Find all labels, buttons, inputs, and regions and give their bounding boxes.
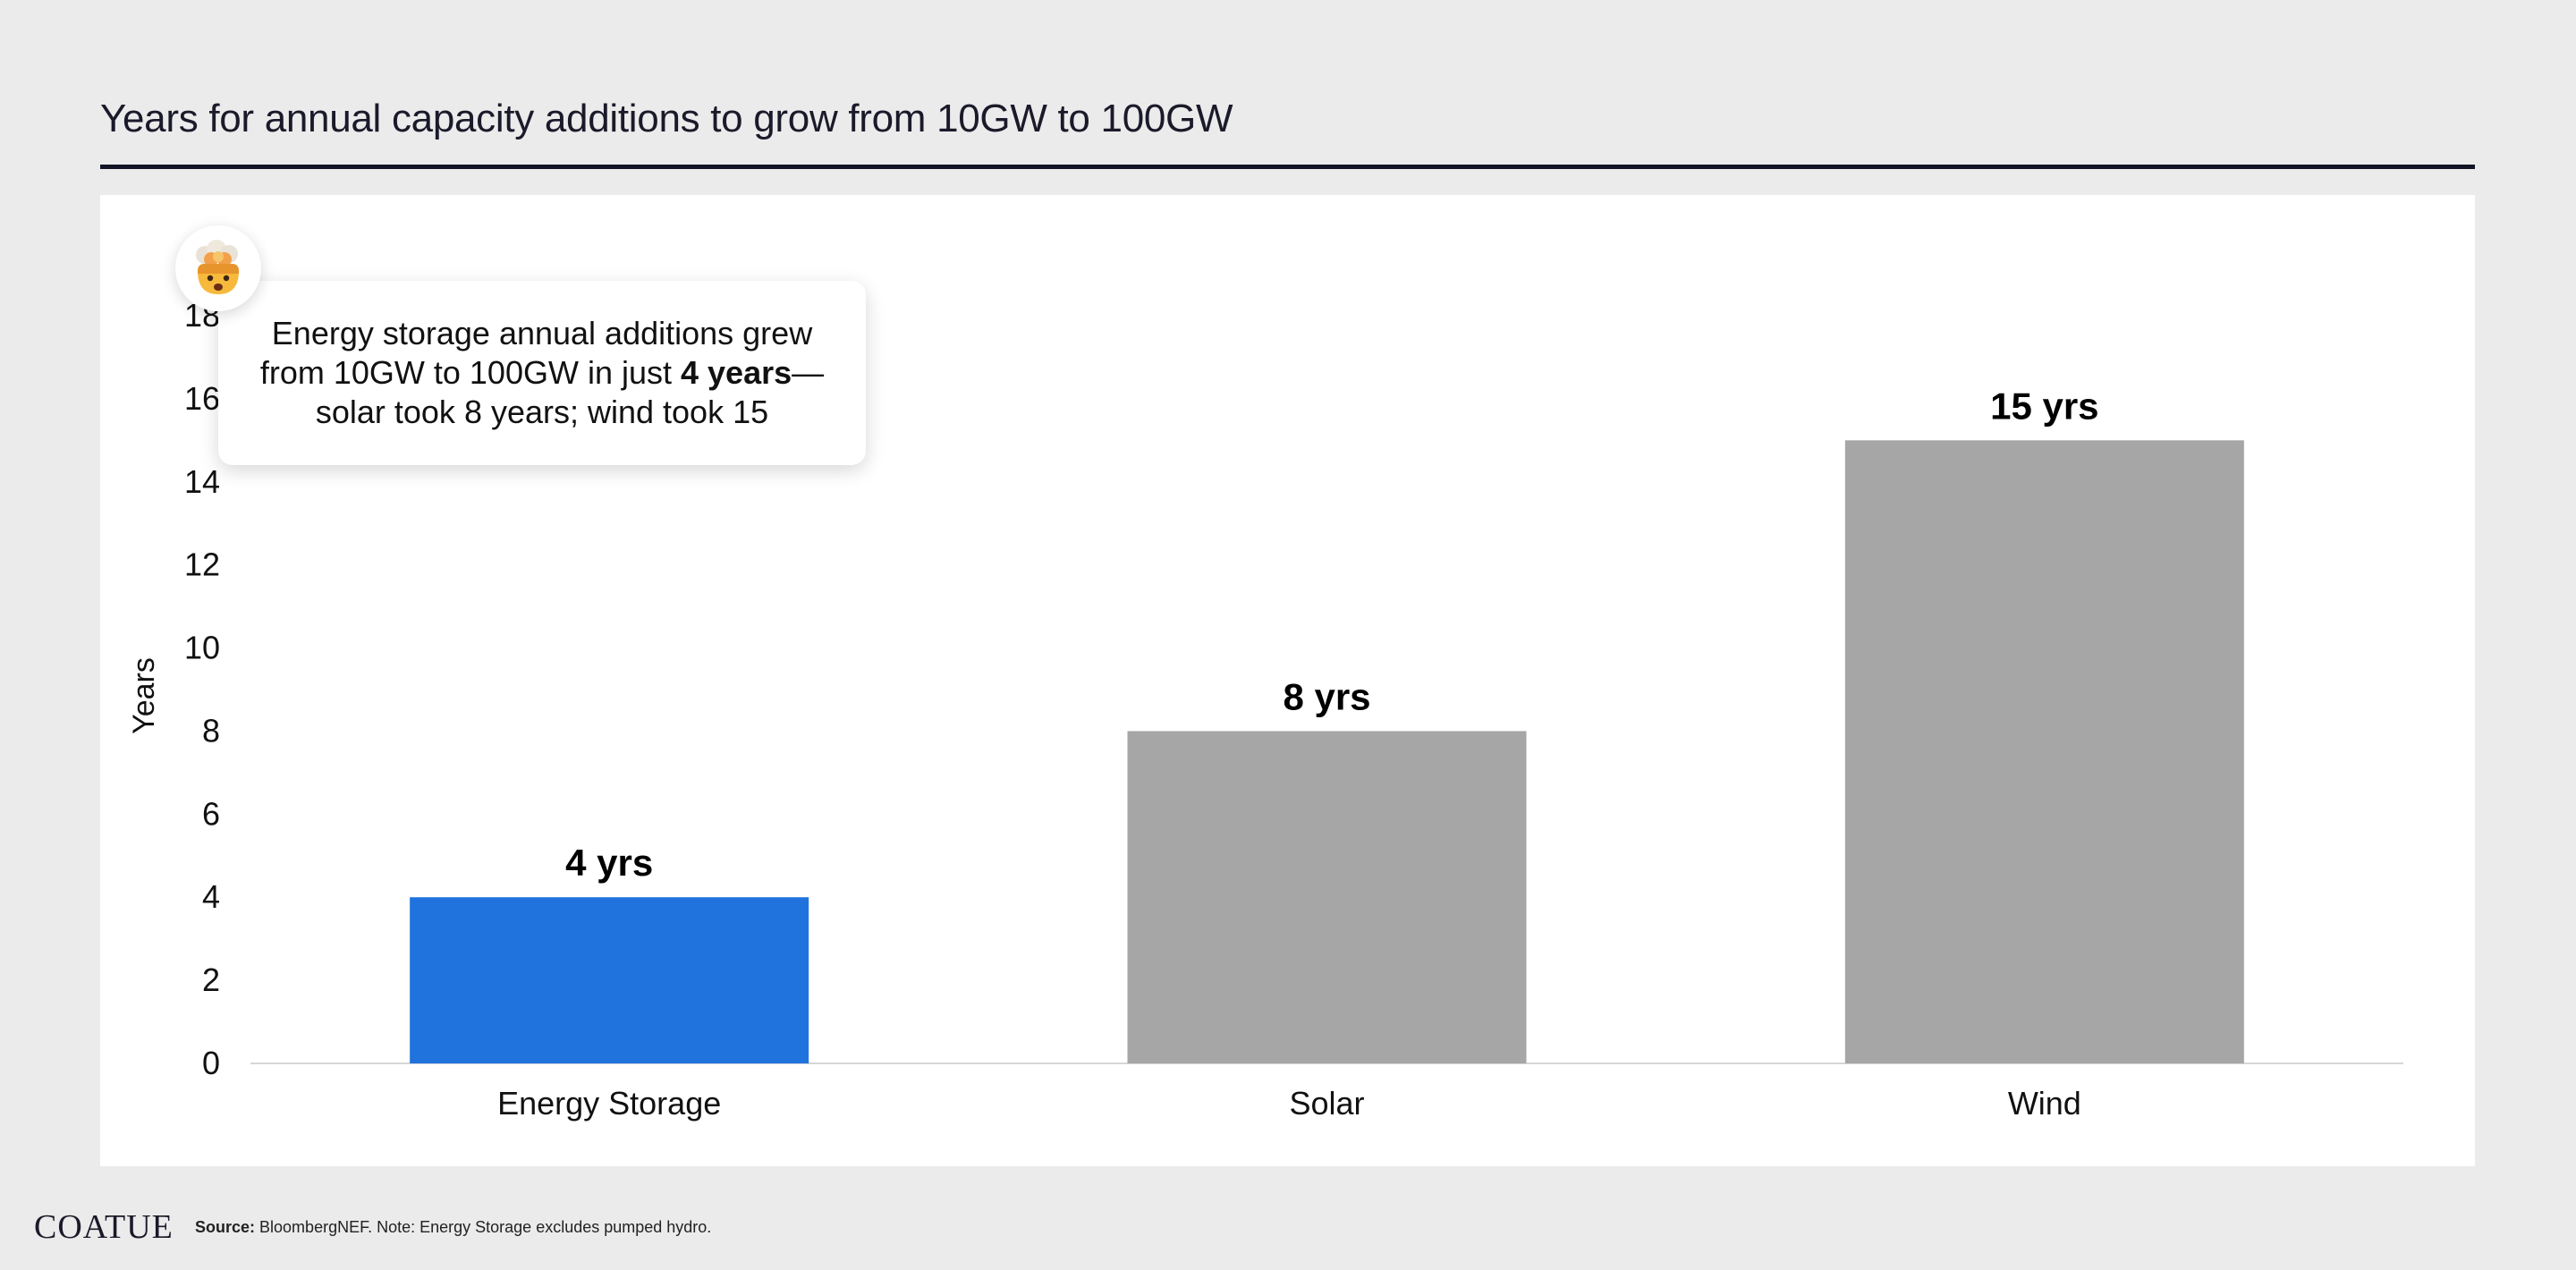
y-tick-label: 14 xyxy=(184,463,220,500)
callout-text: Energy storage annual additions grew fro… xyxy=(260,314,824,432)
y-axis: 024681012141618 xyxy=(184,297,220,1081)
callout-line-3: solar took 8 years; wind took 15 xyxy=(315,394,769,430)
page-title: Years for annual capacity additions to g… xyxy=(100,97,1233,140)
bar-energy-storage xyxy=(410,897,809,1063)
callout-emphasis: 4 years xyxy=(681,354,792,391)
bar-data-label: 4 yrs xyxy=(565,842,653,884)
source-note: Source: BloombergNEF. Note: Energy Stora… xyxy=(195,1218,711,1237)
x-tick-label: Energy Storage xyxy=(497,1085,721,1122)
y-tick-label: 2 xyxy=(202,961,220,998)
y-tick-label: 0 xyxy=(202,1045,220,1081)
title-divider xyxy=(100,165,2475,169)
x-tick-label: Wind xyxy=(2008,1085,2081,1122)
callout-line-2-end: — xyxy=(792,354,825,391)
bar-data-label: 8 yrs xyxy=(1283,675,1370,717)
exploding-head-icon xyxy=(175,225,261,311)
bar-solar xyxy=(1127,731,1527,1063)
y-tick-label: 10 xyxy=(184,630,220,666)
source-label: Source: xyxy=(195,1218,256,1236)
company-logo: COATUE xyxy=(34,1208,174,1246)
y-axis-title: Years xyxy=(127,657,161,734)
y-tick-label: 12 xyxy=(184,546,220,583)
annotation-callout: Energy storage annual additions grew fro… xyxy=(218,281,866,465)
y-tick-label: 8 xyxy=(202,712,220,749)
callout-line-2-start: from 10GW to 100GW in just xyxy=(259,354,682,391)
x-tick-label: Solar xyxy=(1289,1085,1364,1122)
y-tick-label: 4 xyxy=(202,878,220,915)
y-tick-label: 6 xyxy=(202,795,220,832)
bar-data-label: 15 yrs xyxy=(1990,385,2098,427)
callout-line-1: Energy storage annual additions grew xyxy=(271,315,813,351)
x-axis: Energy Storage Solar Wind xyxy=(497,1085,2081,1122)
source-text: BloombergNEF. Note: Energy Storage exclu… xyxy=(255,1218,712,1236)
bar-wind xyxy=(1844,440,2244,1063)
bar-series xyxy=(410,440,2244,1063)
y-tick-label: 16 xyxy=(184,380,220,417)
